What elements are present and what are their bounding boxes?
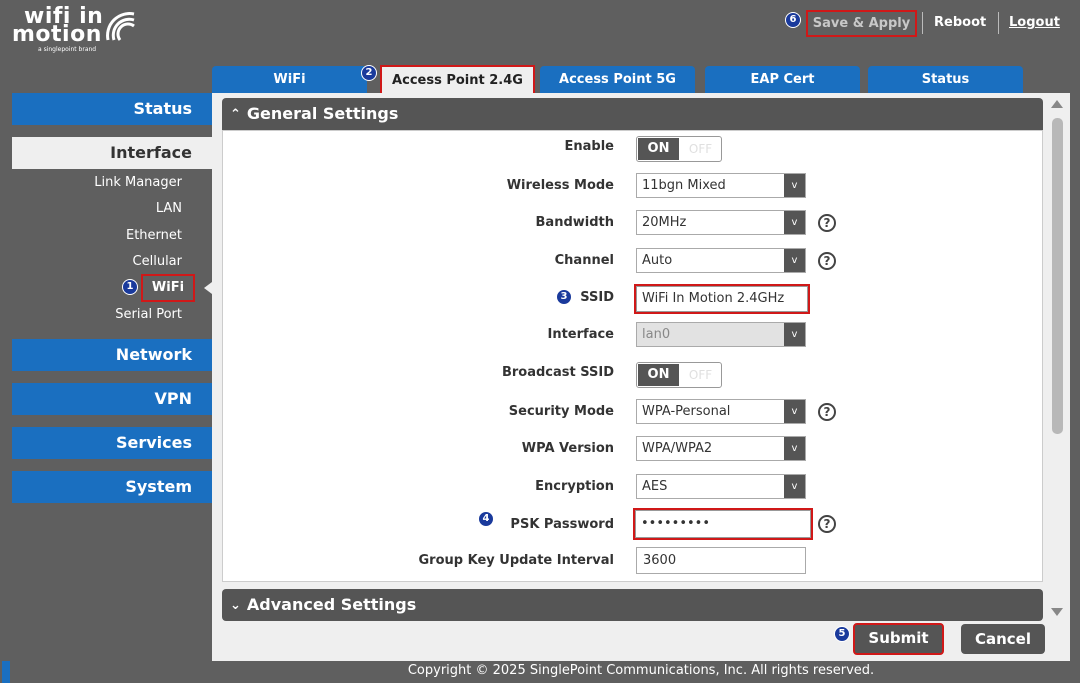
psk-password-input[interactable]: ••••••••• bbox=[633, 508, 813, 540]
toggle-off: OFF bbox=[688, 142, 713, 156]
chevron-down-icon: v bbox=[784, 323, 805, 346]
enable-label: Enable bbox=[564, 139, 615, 154]
sidebar-item-serial-port[interactable]: Serial Port bbox=[115, 307, 182, 323]
sidebar-status[interactable]: Status bbox=[12, 93, 212, 125]
active-indicator-caret bbox=[204, 282, 212, 294]
header-divider bbox=[998, 12, 999, 34]
tab-wifi[interactable]: WiFi bbox=[212, 66, 367, 93]
help-icon[interactable]: ? bbox=[818, 403, 836, 421]
psk-password-label: PSK Password bbox=[510, 517, 614, 532]
brand-logo: wifi in motion a singlepoint brand bbox=[10, 6, 150, 56]
chevron-down-icon: v bbox=[784, 437, 805, 460]
save-apply-button[interactable]: Save & Apply bbox=[806, 10, 917, 37]
interface-select: lan0 v bbox=[636, 322, 806, 347]
wireless-mode-select[interactable]: 11bgn Mixed v bbox=[636, 173, 806, 198]
general-settings-title: General Settings bbox=[246, 104, 399, 123]
tab-eap-cert[interactable]: EAP Cert bbox=[705, 66, 860, 93]
chevron-down-icon: v bbox=[784, 211, 805, 234]
help-icon[interactable]: ? bbox=[818, 252, 836, 270]
sidebar-system[interactable]: System bbox=[12, 471, 212, 503]
wpa-version-value: WPA/WPA2 bbox=[642, 441, 713, 456]
bandwidth-select[interactable]: 20MHz v bbox=[636, 210, 806, 235]
chevron-down-icon: v bbox=[784, 249, 805, 272]
scrollbar-thumb[interactable] bbox=[1052, 118, 1063, 434]
bandwidth-value: 20MHz bbox=[642, 215, 687, 230]
chevron-down-icon: ⌄ bbox=[230, 598, 241, 613]
bandwidth-label: Bandwidth bbox=[535, 215, 614, 230]
tab-status[interactable]: Status bbox=[868, 66, 1023, 93]
chevron-down-icon: v bbox=[784, 475, 805, 498]
step-marker-3: 3 bbox=[556, 289, 572, 305]
encryption-label: Encryption bbox=[535, 479, 614, 494]
footer-copyright: Copyright © 2025 SinglePoint Communicati… bbox=[407, 663, 875, 678]
toggle-on: ON bbox=[638, 138, 679, 160]
channel-label: Channel bbox=[554, 253, 614, 268]
brand-tagline: a singlepoint brand bbox=[38, 46, 97, 53]
wpa-version-select[interactable]: WPA/WPA2 v bbox=[636, 436, 806, 461]
toggle-on: ON bbox=[638, 364, 679, 386]
ssid-label: SSID bbox=[580, 290, 614, 305]
group-key-interval-input[interactable]: 3600 bbox=[636, 547, 806, 574]
interface-label: Interface bbox=[547, 327, 615, 342]
reboot-button[interactable]: Reboot bbox=[934, 14, 986, 32]
step-marker-5: 5 bbox=[834, 626, 850, 642]
wireless-mode-label: Wireless Mode bbox=[506, 178, 614, 193]
security-mode-select[interactable]: WPA-Personal v bbox=[636, 399, 806, 424]
sidebar-services[interactable]: Services bbox=[12, 427, 212, 459]
group-key-interval-label: Group Key Update Interval bbox=[418, 553, 615, 568]
sidebar-network[interactable]: Network bbox=[12, 339, 212, 371]
general-settings-header[interactable]: ⌃ General Settings bbox=[222, 98, 1043, 130]
scroll-up-arrow-icon[interactable] bbox=[1051, 100, 1063, 108]
encryption-value: AES bbox=[642, 479, 668, 494]
encryption-select[interactable]: AES v bbox=[636, 474, 806, 499]
sidebar-item-cellular[interactable]: Cellular bbox=[133, 254, 182, 270]
sidebar-item-ethernet[interactable]: Ethernet bbox=[126, 228, 182, 244]
enable-toggle[interactable]: ON OFF bbox=[636, 136, 722, 162]
broadcast-ssid-toggle[interactable]: ON OFF bbox=[636, 362, 722, 388]
wireless-mode-value: 11bgn Mixed bbox=[642, 178, 726, 193]
advanced-settings-header[interactable]: ⌄ Advanced Settings bbox=[222, 589, 1043, 621]
logout-link[interactable]: Logout bbox=[1009, 14, 1060, 32]
channel-value: Auto bbox=[642, 253, 673, 268]
channel-select[interactable]: Auto v bbox=[636, 248, 806, 273]
submit-button[interactable]: Submit bbox=[853, 623, 944, 655]
sidebar-item-link-manager[interactable]: Link Manager bbox=[94, 175, 182, 191]
bottom-accent bbox=[2, 661, 10, 683]
toggle-off: OFF bbox=[688, 368, 713, 382]
wifi-signal-icon bbox=[106, 12, 135, 41]
header-divider bbox=[922, 12, 923, 34]
wpa-version-label: WPA Version bbox=[521, 441, 614, 456]
sidebar-vpn[interactable]: VPN bbox=[12, 383, 212, 415]
sidebar-item-lan[interactable]: LAN bbox=[156, 201, 182, 217]
help-icon[interactable]: ? bbox=[818, 515, 836, 533]
security-mode-value: WPA-Personal bbox=[642, 404, 731, 419]
chevron-down-icon: v bbox=[784, 400, 805, 423]
sidebar-interface[interactable]: Interface bbox=[12, 137, 212, 169]
interface-value: lan0 bbox=[642, 327, 671, 342]
step-marker-4: 4 bbox=[478, 511, 494, 527]
tab-access-point-5g[interactable]: Access Point 5G bbox=[540, 66, 695, 93]
chevron-up-icon: ⌃ bbox=[230, 107, 241, 122]
broadcast-ssid-label: Broadcast SSID bbox=[501, 365, 614, 380]
brand-line2: motion bbox=[12, 22, 102, 47]
security-mode-label: Security Mode bbox=[508, 404, 614, 419]
cancel-button[interactable]: Cancel bbox=[961, 624, 1045, 654]
step-marker-1: 1 bbox=[122, 279, 138, 295]
help-icon[interactable]: ? bbox=[818, 214, 836, 232]
sidebar-item-wifi[interactable]: WiFi bbox=[141, 274, 195, 302]
step-marker-2: 2 bbox=[361, 65, 377, 81]
advanced-settings-title: Advanced Settings bbox=[246, 595, 417, 614]
ssid-input[interactable]: WiFi In Motion 2.4GHz bbox=[634, 284, 810, 314]
scroll-down-arrow-icon[interactable] bbox=[1051, 608, 1063, 616]
step-marker-6: 6 bbox=[785, 12, 801, 28]
chevron-down-icon: v bbox=[784, 174, 805, 197]
